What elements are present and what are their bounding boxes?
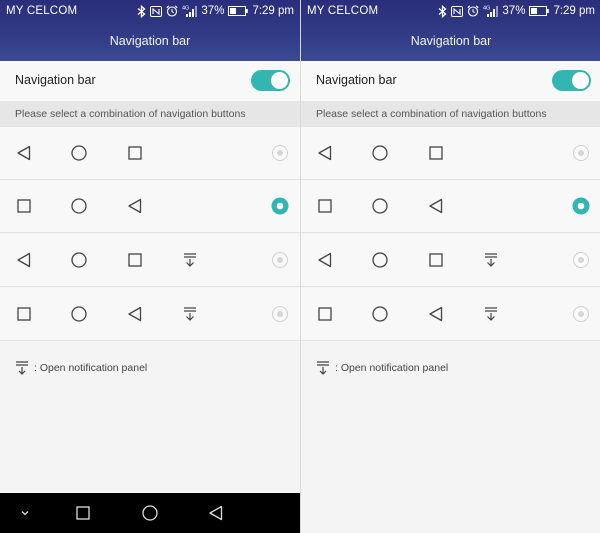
navigation-bar-setting[interactable]: Navigation bar bbox=[301, 61, 600, 101]
home-icon bbox=[71, 198, 87, 214]
back-icon[interactable] bbox=[207, 504, 225, 522]
notification-pull-icon bbox=[485, 253, 497, 267]
recent-apps-icon[interactable] bbox=[74, 504, 92, 522]
bluetooth-icon bbox=[137, 4, 146, 18]
nav-option-3[interactable] bbox=[0, 234, 300, 287]
option-radio-1[interactable] bbox=[572, 144, 590, 162]
section-title: Please select a combination of navigatio… bbox=[15, 108, 246, 120]
section-header: Please select a combination of navigatio… bbox=[301, 101, 600, 127]
app-header: MY CELCOM 4G 37% 7:29 pm Navigation bar bbox=[0, 0, 300, 61]
nav-option-1[interactable] bbox=[301, 127, 600, 180]
back-icon bbox=[128, 306, 142, 322]
nav-option-4[interactable] bbox=[301, 288, 600, 341]
toggle-knob bbox=[572, 72, 589, 89]
back-icon bbox=[318, 252, 332, 268]
option-radio-2[interactable] bbox=[572, 197, 590, 215]
page-title: Navigation bar bbox=[109, 34, 191, 48]
alarm-icon bbox=[467, 5, 479, 17]
home-icon bbox=[71, 252, 87, 268]
notification-pull-icon bbox=[184, 307, 196, 321]
option-radio-3[interactable] bbox=[271, 251, 289, 269]
nav-option-4[interactable] bbox=[0, 288, 300, 341]
navigation-bar-toggle[interactable] bbox=[552, 70, 591, 91]
recent-apps-icon bbox=[17, 199, 31, 213]
back-icon bbox=[17, 252, 31, 268]
navigation-bar-label: Navigation bar bbox=[15, 73, 96, 87]
screen-right: MY CELCOM 4G 37% 7:29 pm Navigation bar … bbox=[300, 0, 600, 533]
home-icon bbox=[71, 145, 87, 161]
toggle-knob bbox=[271, 72, 288, 89]
signal-icon: 4G bbox=[182, 6, 198, 17]
battery-percentage: 37% bbox=[502, 5, 526, 17]
back-icon bbox=[318, 145, 332, 161]
home-icon bbox=[372, 306, 388, 322]
back-icon bbox=[17, 145, 31, 161]
notification-legend-text: : Open notification panel bbox=[335, 362, 449, 374]
recent-apps-icon bbox=[429, 253, 443, 267]
notification-pull-icon bbox=[317, 361, 329, 375]
section-title: Please select a combination of navigatio… bbox=[316, 108, 547, 120]
section-header: Please select a combination of navigatio… bbox=[0, 101, 300, 127]
home-icon bbox=[372, 252, 388, 268]
battery-icon bbox=[529, 6, 550, 16]
clock: 7:29 pm bbox=[553, 5, 595, 17]
signal-icon: 4G bbox=[483, 6, 499, 17]
navigation-bar-toggle[interactable] bbox=[251, 70, 290, 91]
page-title: Navigation bar bbox=[410, 34, 492, 48]
battery-percentage: 37% bbox=[201, 5, 225, 17]
status-icons: 4G 37% 7:29 pm bbox=[438, 3, 595, 19]
back-icon bbox=[429, 198, 443, 214]
back-icon bbox=[429, 306, 443, 322]
recent-apps-icon bbox=[17, 307, 31, 321]
nfc-icon bbox=[150, 5, 163, 17]
notification-legend-text: : Open notification panel bbox=[34, 362, 148, 374]
status-bar: MY CELCOM 4G 37% 7:29 pm bbox=[301, 0, 600, 22]
app-header: MY CELCOM 4G 37% 7:29 pm Navigation bar bbox=[301, 0, 600, 61]
nav-option-2[interactable] bbox=[301, 180, 600, 233]
status-bar: MY CELCOM 4G 37% 7:29 pm bbox=[0, 0, 300, 22]
hide-navbar-icon[interactable] bbox=[16, 504, 34, 522]
status-icons: 4G 37% 7:29 pm bbox=[137, 3, 294, 19]
home-icon[interactable] bbox=[141, 504, 159, 522]
screen-left: MY CELCOM 4G 37% 7:29 pm Navigation bar … bbox=[0, 0, 300, 533]
home-icon bbox=[372, 198, 388, 214]
network-type-label: 4G bbox=[182, 6, 189, 12]
nav-option-3[interactable] bbox=[301, 234, 600, 287]
recent-apps-icon bbox=[318, 307, 332, 321]
recent-apps-icon bbox=[318, 199, 332, 213]
network-type-label: 4G bbox=[483, 6, 490, 12]
home-icon bbox=[372, 145, 388, 161]
option-radio-4[interactable] bbox=[271, 305, 289, 323]
system-navigation-bar bbox=[0, 493, 300, 533]
recent-apps-icon bbox=[128, 146, 142, 160]
battery-icon bbox=[228, 6, 249, 16]
nav-option-1[interactable] bbox=[0, 127, 300, 180]
option-radio-3[interactable] bbox=[572, 251, 590, 269]
alarm-icon bbox=[166, 5, 178, 17]
nfc-icon bbox=[451, 5, 464, 17]
screenshot-pair: MY CELCOM 4G 37% 7:29 pm Navigation bar … bbox=[0, 0, 600, 533]
back-icon bbox=[128, 198, 142, 214]
option-radio-2[interactable] bbox=[271, 197, 289, 215]
notification-pull-icon bbox=[184, 253, 196, 267]
nav-option-2[interactable] bbox=[0, 180, 300, 233]
clock: 7:29 pm bbox=[252, 5, 294, 17]
recent-apps-icon bbox=[128, 253, 142, 267]
notification-pull-icon bbox=[485, 307, 497, 321]
navigation-bar-setting[interactable]: Navigation bar bbox=[0, 61, 300, 101]
home-icon bbox=[71, 306, 87, 322]
option-radio-1[interactable] bbox=[271, 144, 289, 162]
bluetooth-icon bbox=[438, 4, 447, 18]
carrier-name: MY CELCOM bbox=[6, 5, 78, 17]
carrier-name: MY CELCOM bbox=[307, 5, 379, 17]
navigation-bar-label: Navigation bar bbox=[316, 73, 397, 87]
notification-pull-icon bbox=[16, 361, 28, 375]
option-radio-4[interactable] bbox=[572, 305, 590, 323]
recent-apps-icon bbox=[429, 146, 443, 160]
